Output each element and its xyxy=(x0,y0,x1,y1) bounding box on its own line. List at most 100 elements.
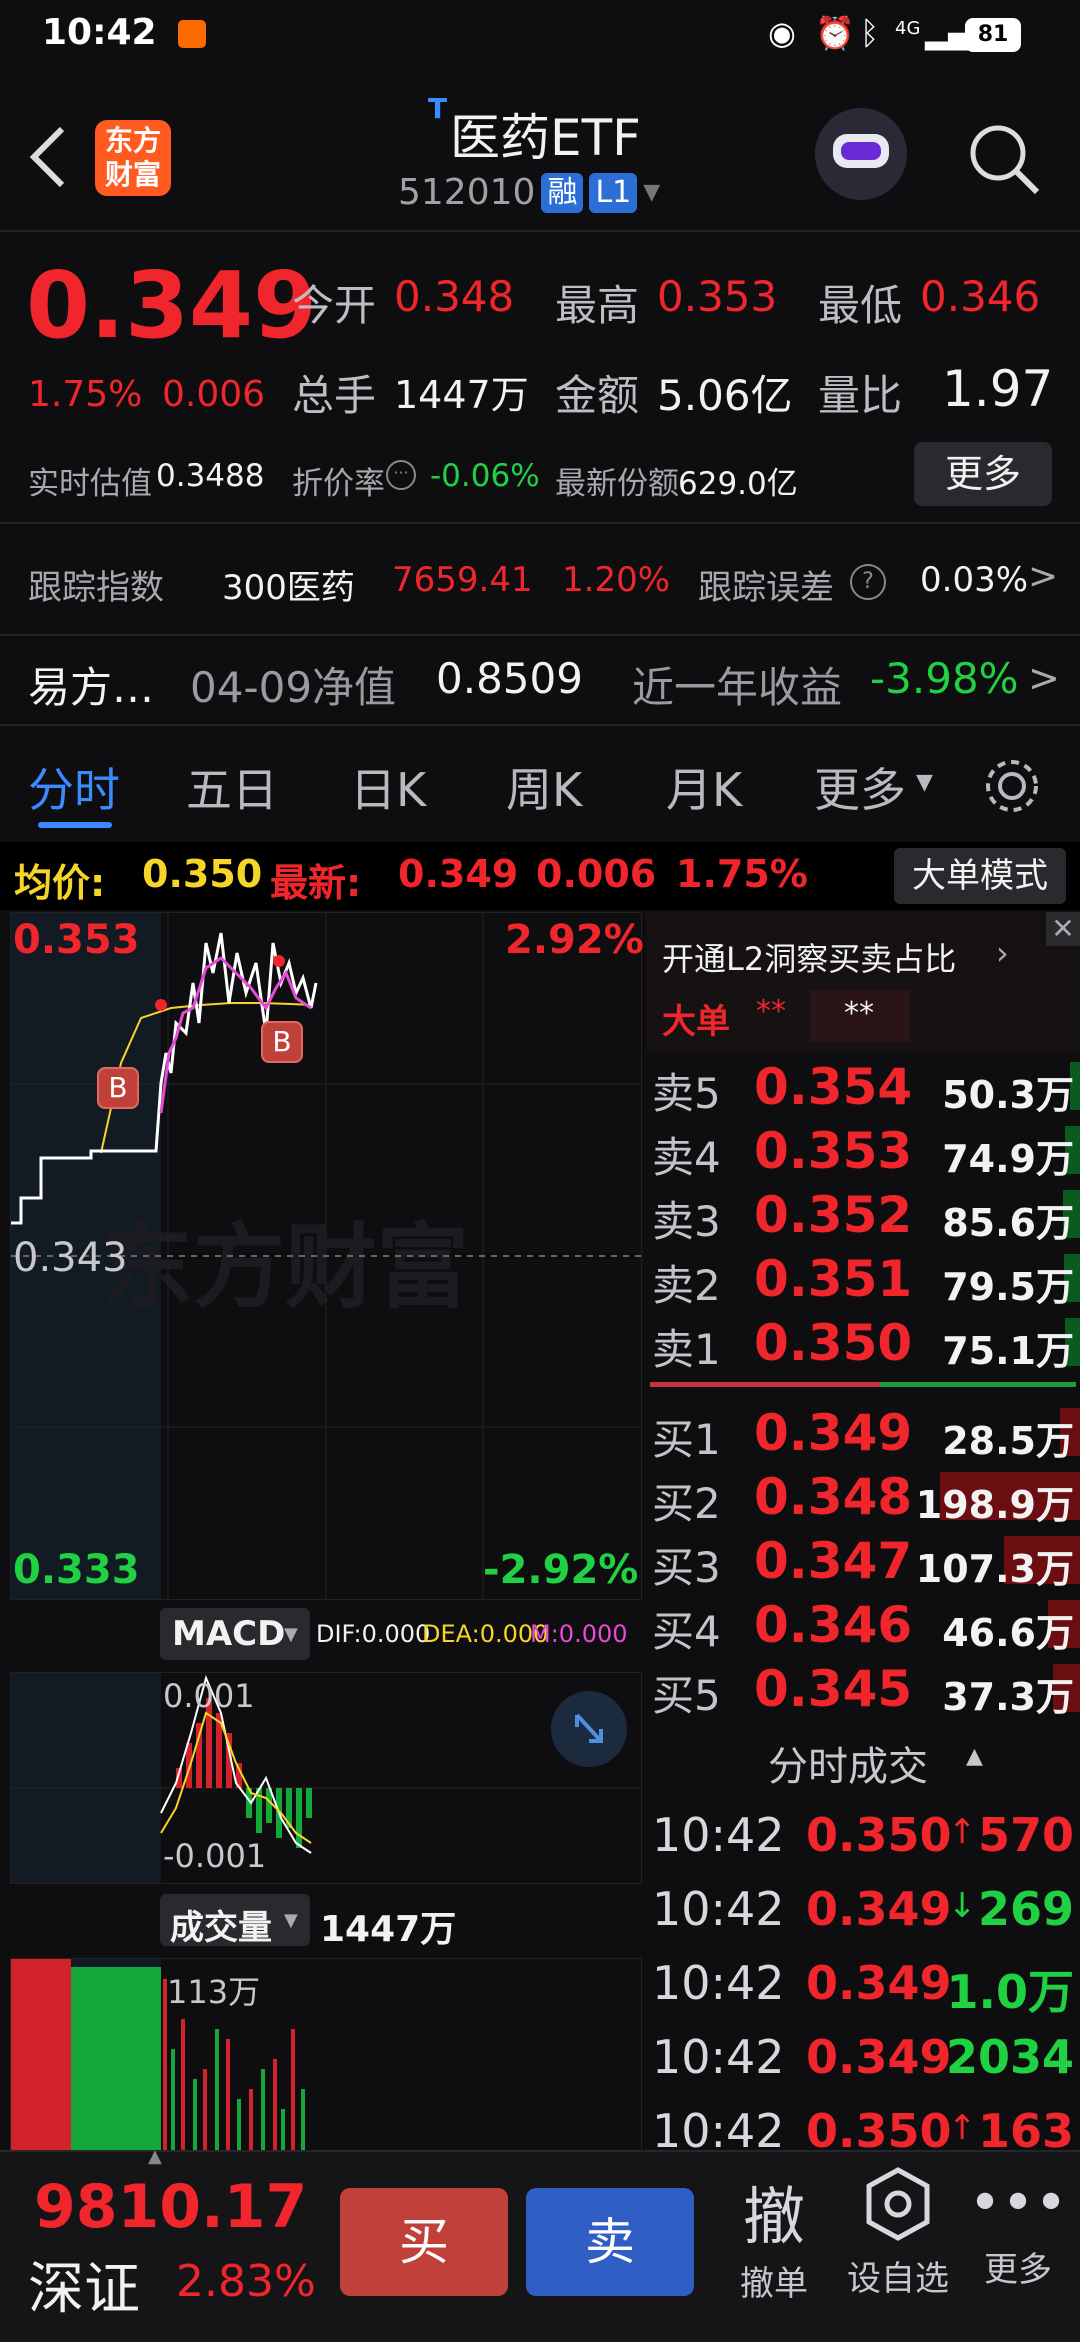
bid-row[interactable]: 买4 0.346 46.6万 xyxy=(646,1592,1080,1656)
volume-ratio-value: 1.97 xyxy=(942,360,1054,418)
more-dots-icon: ••• xyxy=(968,2171,1068,2236)
volume-label: 总手 xyxy=(292,371,377,420)
avg-label: 均价: xyxy=(14,861,106,905)
tick-row: 10:42 0.349 ↓ 269 xyxy=(646,1876,1080,1950)
cancel-glyph-icon: 撤 xyxy=(742,2180,805,2253)
bid-price: 0.348 xyxy=(754,1468,913,1526)
back-icon[interactable] xyxy=(28,125,68,189)
volume-value: 1447万 xyxy=(394,373,529,417)
bid-volume: 37.3万 xyxy=(942,1675,1074,1719)
index-percent: 2.83% xyxy=(176,2256,316,2307)
sell-button[interactable]: 卖 xyxy=(526,2188,694,2296)
stock-code: 512010 xyxy=(398,172,536,213)
ticks-list: 10:42 0.350 ↑ 570 10:42 0.349 ↓ 269 10:42 0.349 1.… xyxy=(646,1802,1080,2150)
ask-row[interactable]: 卖1 0.350 75.1万 xyxy=(646,1310,1080,1374)
open-value: 0.348 xyxy=(394,272,515,321)
ask-volume: 79.5万 xyxy=(942,1265,1074,1309)
ask-row[interactable]: 卖3 0.352 85.6万 xyxy=(646,1182,1080,1246)
tab-daily-k[interactable]: 日K xyxy=(350,754,426,820)
tick-volume: 2034 xyxy=(945,2030,1074,2084)
bluetooth-icon: ᛒ xyxy=(860,14,880,52)
tab-five-day[interactable]: 五日 xyxy=(186,754,278,820)
bid-volume: 28.5万 xyxy=(942,1419,1074,1463)
ask-row[interactable]: 卖4 0.353 74.9万 xyxy=(646,1118,1080,1182)
bid-price: 0.346 xyxy=(754,1596,913,1654)
ask-volume: 75.1万 xyxy=(942,1329,1074,1373)
tick-price: 0.349 xyxy=(806,1882,952,1936)
info-icon[interactable]: ··· xyxy=(386,460,416,490)
search-icon[interactable] xyxy=(965,120,1041,196)
active-tab-indicator xyxy=(38,822,112,828)
close-icon[interactable]: ✕ xyxy=(1046,912,1080,946)
tracking-error-label: 跟踪误差 xyxy=(698,568,834,608)
amount-value: 5.06亿 xyxy=(657,371,793,420)
tracking-index-label: 跟踪指数 xyxy=(28,568,164,608)
assistant-avatar[interactable] xyxy=(815,108,907,200)
gear-icon[interactable] xyxy=(980,754,1044,818)
index-value[interactable]: 9810.17 xyxy=(34,2172,307,2242)
ticks-title[interactable]: 分时成交 xyxy=(768,1734,928,1792)
tracking-row[interactable]: 跟踪指数 300医药 7659.41 1.20% 跟踪误差 ? 0.03% > xyxy=(0,524,1080,634)
chart-top-price: 0.353 xyxy=(13,917,140,963)
iopv-label: 实时估值 xyxy=(28,466,152,502)
code-row[interactable]: 512010 融 L1 ▼ xyxy=(398,172,660,213)
cancel-order-label: 撤单 xyxy=(740,2264,808,2304)
expand-up-icon[interactable]: ▲ xyxy=(148,2146,162,2167)
high-label: 最高 xyxy=(555,281,640,330)
volume-chart[interactable]: 113万 xyxy=(10,1958,642,2152)
big-order-mode-button[interactable]: 大单模式 xyxy=(894,848,1066,904)
bid-row[interactable]: 买1 0.349 28.5万 xyxy=(646,1400,1080,1464)
ask-row[interactable]: 卖2 0.351 79.5万 xyxy=(646,1246,1080,1310)
latest-label: 最新: xyxy=(270,861,362,905)
dropdown-icon: ▼ xyxy=(916,770,933,795)
bid-row[interactable]: 买2 0.348 198.9万 xyxy=(646,1464,1080,1528)
buy-marker-dot xyxy=(155,999,167,1011)
bottom-bar: ▲ 9810.17 深证 2.83% 买 卖 撤 撤单 设自选 ••• 更多 xyxy=(0,2146,1080,2342)
bid-row[interactable]: 买5 0.345 37.3万 xyxy=(646,1656,1080,1720)
ask-price: 0.352 xyxy=(754,1186,913,1244)
volume-selector[interactable]: 成交量 ▼ xyxy=(160,1894,310,1948)
network-type: 4G xyxy=(895,18,921,39)
expand-icon[interactable] xyxy=(551,1691,627,1767)
intraday-chart[interactable]: 东方财富 B B 0.353 2.92% 0.343 0.333 -2.92% xyxy=(10,912,644,1600)
l2-promo[interactable]: 开通L2洞察买卖占比 › ✕ 大单 ** ** xyxy=(646,912,1080,1052)
ask-label: 卖4 xyxy=(652,1133,721,1182)
buy-marker-b[interactable]: B xyxy=(261,1021,303,1063)
bid-label: 买5 xyxy=(652,1671,721,1720)
collapse-icon[interactable]: ▲ xyxy=(966,1744,983,1769)
tick-row: 10:42 0.349 1.0万 xyxy=(646,1950,1080,2024)
cancel-order-nav[interactable]: 撤 撤单 xyxy=(724,2166,824,2305)
add-watchlist-nav[interactable]: 设自选 xyxy=(838,2166,958,2300)
premium-label: 折价率 xyxy=(292,466,385,502)
ask-row[interactable]: 卖5 0.354 50.3万 xyxy=(646,1054,1080,1118)
tick-price: 0.350 xyxy=(806,2104,952,2150)
macd-selector[interactable]: MACD ▼ xyxy=(160,1608,310,1660)
volume-svg xyxy=(11,1959,305,2151)
change-percent: 1.75% xyxy=(28,374,143,415)
tick-arrow-icon: ↑ xyxy=(948,1812,977,1852)
big-order-label: 大单 xyxy=(662,1002,730,1042)
buy-marker-b[interactable]: B xyxy=(97,1067,139,1109)
more-nav[interactable]: ••• 更多 xyxy=(968,2166,1068,2291)
chevron-right-icon: > xyxy=(1028,556,1059,597)
tick-row: 10:42 0.349 2034 xyxy=(646,2024,1080,2098)
bid-list: 买1 0.349 28.5万 买2 0.348 198.9万 买3 0.347 107.3万 买4… xyxy=(646,1400,1080,1720)
help-icon[interactable]: ? xyxy=(850,564,886,600)
low-value: 0.346 xyxy=(920,272,1041,321)
tab-more[interactable]: 更多 xyxy=(814,754,906,820)
macd-chart[interactable]: 0.001 -0.001 xyxy=(10,1672,642,1884)
tab-monthly-k[interactable]: 月K xyxy=(666,754,742,820)
amount-label: 金额 xyxy=(555,371,640,420)
big-order-stars-box: ** xyxy=(810,990,910,1042)
chevron-right-icon: > xyxy=(1028,656,1060,700)
alarm-icon: ⏰ xyxy=(815,14,855,52)
bid-row[interactable]: 买3 0.347 107.3万 xyxy=(646,1528,1080,1592)
tab-intraday[interactable]: 分时 xyxy=(28,754,120,820)
chart-mid-price: 0.343 xyxy=(13,1235,128,1281)
more-quote-button[interactable]: 更多 xyxy=(914,442,1052,506)
fund-row[interactable]: 易方… 04-09净值 0.8509 近一年收益 -3.98% > xyxy=(0,636,1080,736)
hexagon-icon xyxy=(866,2167,930,2241)
tab-weekly-k[interactable]: 周K xyxy=(506,754,582,820)
volume-max-label: 113万 xyxy=(167,1973,261,2011)
buy-button[interactable]: 买 xyxy=(340,2188,508,2296)
